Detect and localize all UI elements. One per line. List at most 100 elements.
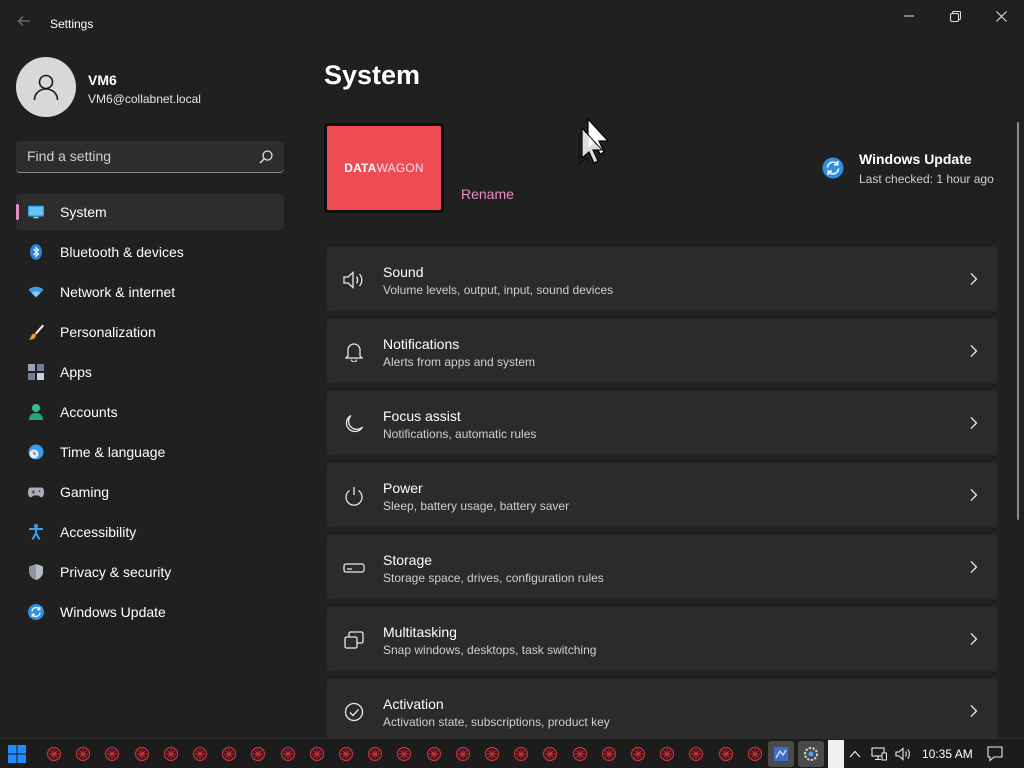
moon-icon: [343, 413, 365, 435]
windows-start-icon[interactable]: [8, 745, 26, 763]
settings-window: Settings VM6 VM6@collabnet.local System: [0, 0, 1024, 744]
card-storage[interactable]: Storage Storage space, drives, configura…: [326, 534, 998, 600]
rename-link[interactable]: Rename: [461, 186, 514, 202]
sidebar-item-apps[interactable]: Apps: [16, 354, 284, 390]
chevron-right-icon: [970, 561, 978, 573]
taskbar-app-icon[interactable]: [426, 746, 442, 762]
taskbar-app-icon[interactable]: [280, 746, 296, 762]
search-icon[interactable]: [258, 149, 274, 165]
taskbar-app-icon[interactable]: [513, 746, 529, 762]
taskbar-app-icon[interactable]: [192, 746, 208, 762]
pinned-app-icon[interactable]: [768, 741, 794, 767]
taskbar-app-icon[interactable]: [484, 746, 500, 762]
sidebar-item-label: Windows Update: [60, 604, 166, 620]
power-icon: [343, 485, 365, 507]
card-title: Notifications: [383, 336, 460, 352]
sidebar-item-time-language[interactable]: Time & language: [16, 434, 284, 470]
taskbar-app-icon[interactable]: [542, 746, 558, 762]
windows-update-icon[interactable]: [822, 157, 844, 179]
system-display-icon: [28, 204, 44, 220]
volume-icon[interactable]: [895, 746, 911, 762]
multitasking-icon: [343, 629, 365, 651]
device-logo-part: WAGON: [376, 161, 424, 175]
minimize-icon[interactable]: [886, 0, 932, 32]
sidebar-item-gaming[interactable]: Gaming: [16, 474, 284, 510]
taskbar-app-icon[interactable]: [163, 746, 179, 762]
device-logo-part: DATA: [344, 161, 377, 175]
chevron-right-icon: [970, 345, 978, 357]
sidebar-item-label: Privacy & security: [60, 564, 172, 580]
settings-app-icon[interactable]: [798, 741, 824, 767]
taskbar-app-icon[interactable]: [134, 746, 150, 762]
storage-drive-icon: [343, 557, 365, 579]
sidebar-item-network[interactable]: Network & internet: [16, 274, 284, 310]
accessibility-icon: [28, 524, 44, 540]
taskbar-app-icon[interactable]: [46, 746, 62, 762]
sidebar-item-label: Personalization: [60, 324, 156, 340]
card-subtitle: Storage space, drives, configuration rul…: [383, 571, 604, 585]
bell-icon: [343, 341, 365, 363]
taskbar-app-icon[interactable]: [367, 746, 383, 762]
notification-center-icon[interactable]: [987, 746, 1003, 762]
taskbar-app-icon[interactable]: [75, 746, 91, 762]
sidebar-item-windows-update[interactable]: Windows Update: [16, 594, 284, 630]
taskbar-app-icon[interactable]: [309, 746, 325, 762]
taskbar-app-icon[interactable]: [688, 746, 704, 762]
person-icon: [28, 404, 44, 420]
card-power[interactable]: Power Sleep, battery usage, battery save…: [326, 462, 998, 528]
search-input[interactable]: [16, 141, 252, 171]
taskbar-app-icon[interactable]: [718, 746, 734, 762]
chevron-right-icon: [970, 489, 978, 501]
back-arrow-icon[interactable]: [12, 12, 36, 36]
sidebar-item-label: System: [60, 204, 107, 220]
taskbar-app-icon[interactable]: [601, 746, 617, 762]
sidebar-item-label: Accessibility: [60, 524, 137, 540]
sidebar-item-bluetooth[interactable]: Bluetooth & devices: [16, 234, 284, 270]
chevron-right-icon: [970, 633, 978, 645]
sidebar-item-system[interactable]: System: [16, 194, 284, 230]
taskbar: 10:35 AM: [0, 738, 1024, 768]
card-title: Storage: [383, 552, 433, 568]
card-activation[interactable]: Activation Activation state, subscriptio…: [326, 678, 998, 744]
sidebar-item-accessibility[interactable]: Accessibility: [16, 514, 284, 550]
taskbar-app-icon[interactable]: [659, 746, 675, 762]
avatar[interactable]: [16, 57, 76, 117]
close-icon[interactable]: [978, 0, 1024, 32]
scrollbar[interactable]: [1017, 122, 1019, 520]
taskbar-app-icon[interactable]: [455, 746, 471, 762]
network-icon[interactable]: [871, 746, 887, 762]
card-title: Activation: [383, 696, 444, 712]
taskbar-app-icon[interactable]: [572, 746, 588, 762]
taskbar-app-icon[interactable]: [250, 746, 266, 762]
windows-update-title[interactable]: Windows Update: [859, 151, 972, 167]
card-notifications[interactable]: Notifications Alerts from apps and syste…: [326, 318, 998, 384]
sidebar-item-privacy-security[interactable]: Privacy & security: [16, 554, 284, 590]
card-multitasking[interactable]: Multitasking Snap windows, desktops, tas…: [326, 606, 998, 672]
taskbar-app-icon[interactable]: [338, 746, 354, 762]
card-title: Multitasking: [383, 624, 457, 640]
title-bar: Settings: [0, 0, 1024, 48]
card-subtitle: Activation state, subscriptions, product…: [383, 715, 610, 729]
sidebar-nav: System Bluetooth & devices Network & int…: [16, 194, 284, 634]
device-logo: DATAWAGON: [344, 161, 424, 175]
taskbar-app-icon[interactable]: [630, 746, 646, 762]
sidebar-item-label: Network & internet: [60, 284, 176, 300]
sidebar-item-label: Gaming: [60, 484, 110, 500]
search-box: [16, 141, 284, 173]
taskbar-app-icon[interactable]: [396, 746, 412, 762]
card-focus-assist[interactable]: Focus assist Notifications, automatic ru…: [326, 390, 998, 456]
page-title: System: [324, 60, 421, 90]
card-sound[interactable]: Sound Volume levels, output, input, soun…: [326, 246, 998, 312]
apps-icon: [28, 364, 44, 380]
taskbar-app-icon[interactable]: [747, 746, 763, 762]
show-desktop-strip[interactable]: [828, 740, 844, 768]
maximize-icon[interactable]: [932, 0, 978, 32]
taskbar-app-icon[interactable]: [221, 746, 237, 762]
taskbar-app-icon[interactable]: [104, 746, 120, 762]
card-subtitle: Snap windows, desktops, task switching: [383, 643, 597, 657]
account-email: VM6@collabnet.local: [88, 92, 201, 106]
sidebar-item-accounts[interactable]: Accounts: [16, 394, 284, 430]
sidebar-item-personalization[interactable]: Personalization: [16, 314, 284, 350]
taskbar-clock[interactable]: 10:35 AM: [922, 747, 973, 761]
chevron-up-icon[interactable]: [847, 746, 863, 762]
